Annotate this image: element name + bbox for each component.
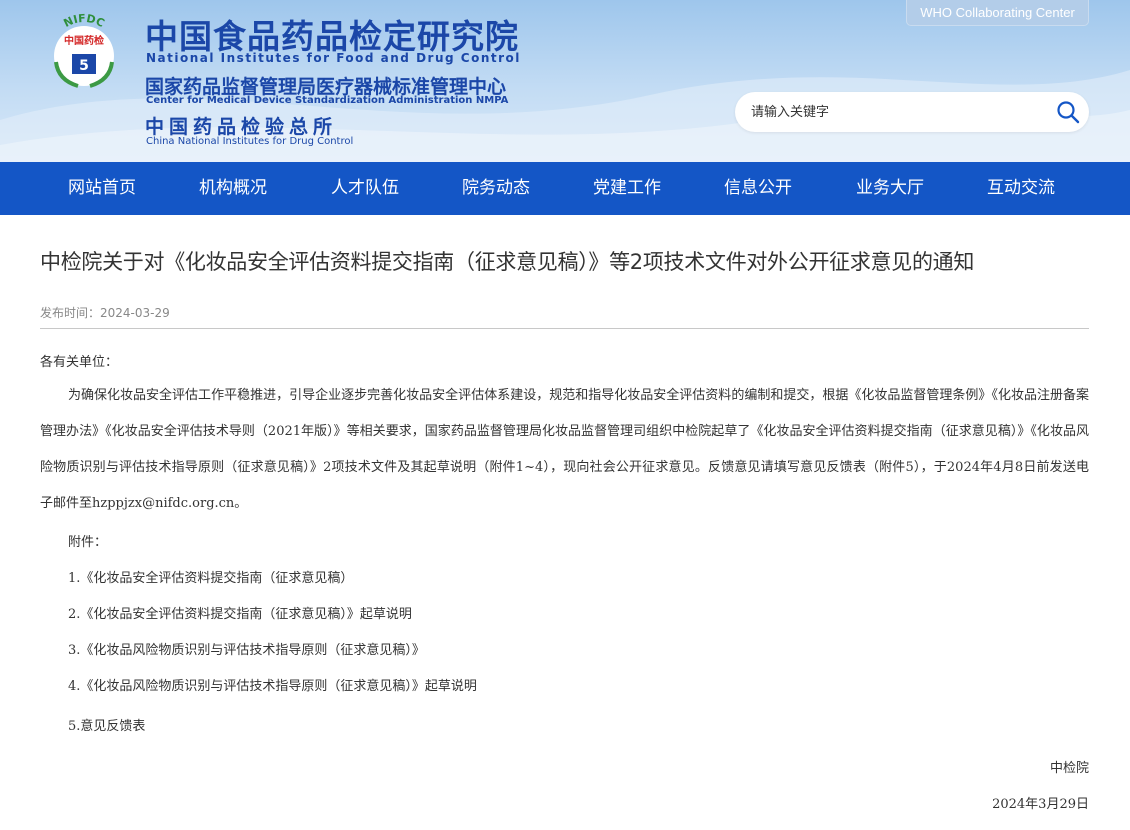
salutation: 各有关单位： <box>40 355 119 370</box>
nav-item-about[interactable]: 机构概况 <box>199 162 267 215</box>
signature: 中检院 <box>1049 761 1089 776</box>
svg-text:5: 5 <box>79 58 89 74</box>
site-header: NIFDC 中国药检 5 中国食品药品检定研究院 National Instit… <box>0 0 1130 162</box>
attachment-link[interactable]: 4.《化妆品风险物质识别与评估技术指导原则（征求意见稿）》起草说明 <box>68 675 477 694</box>
search-bar <box>735 92 1089 132</box>
attachments-label: 附件： <box>68 535 108 550</box>
nav-item-interaction[interactable]: 互动交流 <box>987 162 1055 215</box>
title-divider <box>40 328 1089 329</box>
nav-item-talent[interactable]: 人才队伍 <box>331 162 399 215</box>
nifdc-logo[interactable]: NIFDC 中国药检 5 <box>42 12 126 90</box>
search-icon[interactable] <box>1056 100 1080 124</box>
attachment-link[interactable]: 2.《化妆品安全评估资料提交指南（征求意见稿）》起草说明 <box>68 603 412 622</box>
nav-item-home[interactable]: 网站首页 <box>68 162 136 215</box>
attachment-link[interactable]: 1.《化妆品安全评估资料提交指南（征求意见稿） <box>68 567 353 586</box>
org-subname2-cn: 中国药品检验总所 <box>145 116 338 138</box>
main-nav: 网站首页 机构概况 人才队伍 院务动态 党建工作 信息公开 业务大厅 互动交流 <box>0 162 1130 215</box>
nav-item-services[interactable]: 业务大厅 <box>856 162 924 215</box>
publish-date-value: 2024-03-29 <box>100 306 170 320</box>
org-subname-en: Center for Medical Device Standardizatio… <box>146 95 509 106</box>
org-name-en: National Institutes for Food and Drug Co… <box>146 51 521 65</box>
publish-date-label: 发布时间： <box>40 306 101 320</box>
article-title: 中检院关于对《化妆品安全评估资料提交指南（征求意见稿）》等2项技术文件对外公开征… <box>40 250 975 274</box>
nav-item-news[interactable]: 院务动态 <box>462 162 530 215</box>
nav-item-party[interactable]: 党建工作 <box>593 162 661 215</box>
attachment-link[interactable]: 3.《化妆品风险物质识别与评估技术指导原则（征求意见稿）》 <box>68 639 425 658</box>
signature-date: 2024年3月29日 <box>992 797 1089 812</box>
who-collaborating-center-link[interactable]: WHO Collaborating Center <box>906 0 1089 26</box>
org-subname2-en: China National Institutes for Drug Contr… <box>146 136 354 147</box>
svg-text:中国药检: 中国药检 <box>64 34 104 47</box>
main-paragraph: 为确保化妆品安全评估工作平稳推进，引导企业逐步完善化妆品安全评估体系建设，规范和… <box>40 388 1089 511</box>
search-input[interactable] <box>751 92 1041 132</box>
publish-date: 发布时间：2024-03-29 <box>40 304 170 321</box>
nav-item-disclosure[interactable]: 信息公开 <box>724 162 792 215</box>
attachment-link[interactable]: 5.意见反馈表 <box>68 715 145 734</box>
